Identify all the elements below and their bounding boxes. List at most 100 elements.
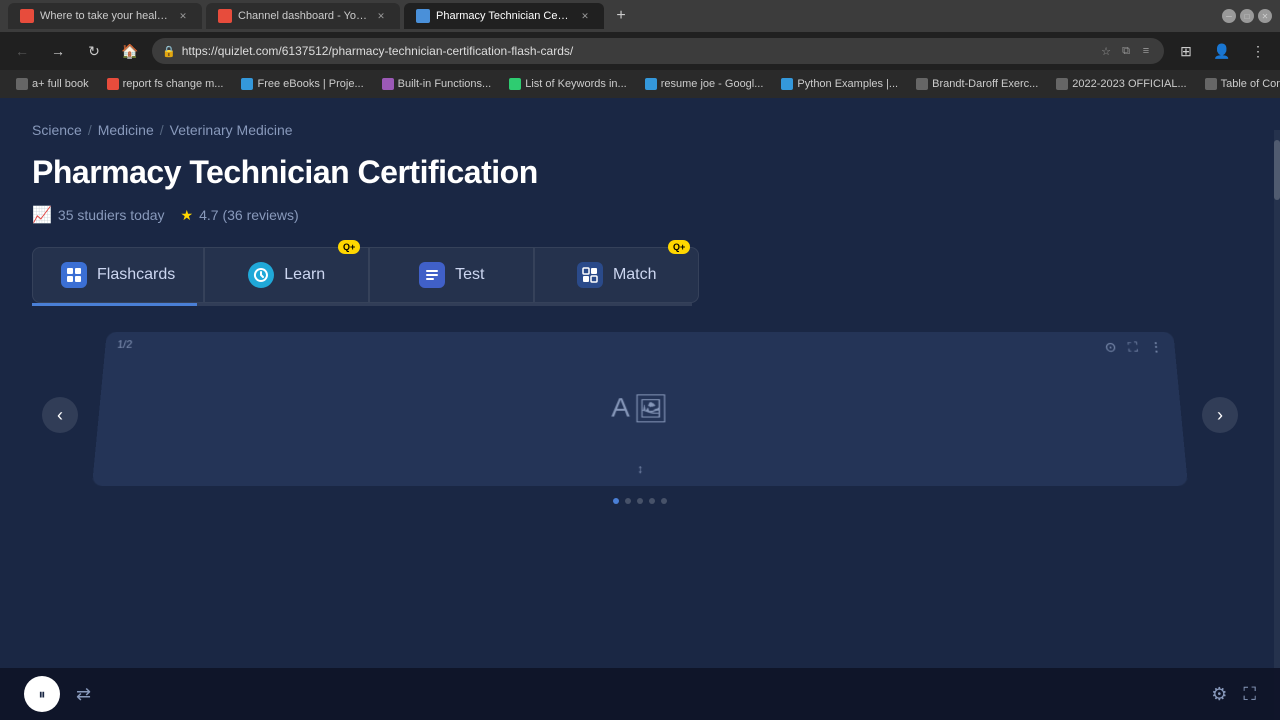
bookmark-2[interactable]: report fs change m...: [99, 76, 232, 92]
scrollbar-thumb[interactable]: [1274, 140, 1280, 200]
bookmark1-label: a+ full book: [32, 78, 89, 90]
card-progress-dots: [92, 498, 1188, 504]
tab1-close[interactable]: ✕: [176, 9, 190, 23]
bottom-left-controls: ⏸ ⇄: [24, 676, 91, 712]
shuffle-button[interactable]: ⇄: [76, 684, 91, 705]
home-button[interactable]: 🏠: [116, 37, 144, 65]
card-fullscreen-icon[interactable]: ⛶: [1127, 339, 1138, 355]
card-text-display: A 🖼: [611, 392, 669, 424]
browser-tab-2[interactable]: Channel dashboard - YouTube S... ✕: [206, 3, 400, 29]
fullscreen-button[interactable]: ⛶: [1243, 684, 1256, 705]
bookmark-1[interactable]: a+ full book: [8, 76, 97, 92]
close-button[interactable]: ✕: [1258, 9, 1272, 23]
flashcard-main[interactable]: 1/2 ⊙ ⛶ ⋮ A 🖼: [92, 332, 1188, 486]
maximize-button[interactable]: □: [1240, 9, 1254, 23]
match-icon: [577, 262, 603, 288]
flashcards-mode-button[interactable]: Flashcards: [32, 247, 204, 303]
studiers-count: 35 studiers today: [58, 207, 165, 223]
scrollbar-track[interactable]: [1274, 130, 1280, 720]
test-mode-button[interactable]: Test: [369, 247, 534, 303]
card-bottom-controls: ↕: [637, 462, 643, 476]
bookmark6-icon: [645, 78, 657, 90]
bookmark10-label: Table of Contents...: [1221, 78, 1280, 90]
learn-mode-button[interactable]: Q+ Learn: [204, 247, 369, 303]
bookmark-3[interactable]: Free eBooks | Proje...: [233, 76, 371, 92]
bookmark-7[interactable]: Python Examples |...: [773, 76, 906, 92]
bookmark9-label: 2022-2023 OFFICIAL...: [1072, 78, 1186, 90]
bookmark-6[interactable]: resume joe - Googl...: [637, 76, 772, 92]
studiers-badge: 📈 35 studiers today: [32, 205, 165, 225]
breadcrumb-veterinary[interactable]: Veterinary Medicine: [170, 122, 293, 138]
progress-dot-3: [637, 498, 643, 504]
progress-dot-2: [625, 498, 631, 504]
card-image-icon[interactable]: 🖼: [634, 392, 669, 424]
minimize-button[interactable]: ─: [1222, 9, 1236, 23]
bookmark-5[interactable]: List of Keywords in...: [501, 76, 635, 92]
card-content: A 🖼: [611, 392, 669, 424]
progress-dot-4: [649, 498, 655, 504]
bookmark5-icon: [509, 78, 521, 90]
bookmark3-icon: [241, 78, 253, 90]
bookmark4-label: Built-in Functions...: [398, 78, 492, 90]
extensions-icon[interactable]: ⧉: [1118, 43, 1134, 59]
window-controls: ─ □ ✕: [1222, 9, 1272, 23]
address-bar[interactable]: 🔒 https://quizlet.com/6137512/pharmacy-t…: [152, 38, 1164, 64]
refresh-button[interactable]: ↻: [80, 37, 108, 65]
flashcard-prev-button[interactable]: ‹: [42, 397, 78, 433]
bookmark-9[interactable]: 2022-2023 OFFICIAL...: [1048, 76, 1194, 92]
tab3-favicon: [416, 9, 430, 23]
stats-row: 📈 35 studiers today ★ 4.7 (36 reviews): [32, 205, 1248, 225]
card-action-buttons: ⊙ ⛶ ⋮: [1104, 339, 1164, 355]
rating-text: 4.7 (36 reviews): [199, 207, 299, 223]
next-arrow-icon: ›: [1217, 405, 1223, 426]
bookmark-8[interactable]: Brandt-Daroff Exerc...: [908, 76, 1046, 92]
flashcard-next-button[interactable]: ›: [1202, 397, 1238, 433]
settings-menu-button[interactable]: ⋮: [1244, 37, 1272, 65]
card-flip-icon[interactable]: ↕: [637, 462, 643, 476]
bookmark-4[interactable]: Built-in Functions...: [374, 76, 500, 92]
tab2-close[interactable]: ✕: [374, 9, 388, 23]
bookmark2-icon: [107, 78, 119, 90]
profile-button[interactable]: 👤: [1208, 37, 1236, 65]
bottom-controls-bar: ⏸ ⇄ ⚙ ⛶: [0, 668, 1280, 720]
card-share-icon[interactable]: ⊙: [1104, 339, 1117, 355]
bookmark4-icon: [382, 78, 394, 90]
learn-label: Learn: [284, 266, 325, 284]
bookmark8-icon: [916, 78, 928, 90]
new-tab-button[interactable]: +: [608, 3, 634, 29]
forward-button[interactable]: →: [44, 37, 72, 65]
browser-tab-1[interactable]: Where to take your healthcare... ✕: [8, 3, 202, 29]
breadcrumb-science[interactable]: Science: [32, 122, 82, 138]
match-mode-button[interactable]: Q+ Match: [534, 247, 699, 303]
flashcards-label: Flashcards: [97, 266, 175, 284]
card-font-icon[interactable]: A: [611, 392, 630, 423]
extensions-button[interactable]: ⊞: [1172, 37, 1200, 65]
mode-buttons: Flashcards Q+ Learn: [32, 247, 1248, 303]
card-more-icon[interactable]: ⋮: [1149, 339, 1164, 355]
shuffle-icon: ⇄: [76, 684, 91, 704]
tab2-favicon: [218, 9, 232, 23]
breadcrumb: Science / Medicine / Veterinary Medicine: [32, 122, 1248, 138]
card-counter: 1/2: [116, 339, 132, 355]
tab3-close[interactable]: ✕: [578, 9, 592, 23]
reading-mode-icon[interactable]: ≡: [1138, 43, 1154, 59]
bottom-right-controls: ⚙ ⛶: [1211, 684, 1256, 705]
bookmark5-label: List of Keywords in...: [525, 78, 627, 90]
bookmark8-label: Brandt-Daroff Exerc...: [932, 78, 1038, 90]
bookmark9-icon: [1056, 78, 1068, 90]
browser-tab-3[interactable]: Pharmacy Technician Certificatio... ✕: [404, 3, 604, 29]
test-icon: [419, 262, 445, 288]
bookmark-10[interactable]: Table of Contents...: [1197, 76, 1280, 92]
breadcrumb-medicine[interactable]: Medicine: [98, 122, 154, 138]
bookmark6-label: resume joe - Googl...: [661, 78, 764, 90]
back-button[interactable]: ←: [8, 37, 36, 65]
flashcards-icon: [61, 262, 87, 288]
star-bookmark-icon[interactable]: ☆: [1098, 43, 1114, 59]
inactive-mode-track: [197, 303, 692, 306]
test-label: Test: [455, 266, 484, 284]
card-settings-button[interactable]: ⚙: [1211, 684, 1227, 705]
bookmark10-icon: [1205, 78, 1217, 90]
play-pause-button[interactable]: ⏸: [24, 676, 60, 712]
bookmark1-icon: [16, 78, 28, 90]
flashcard-wrapper: ‹ 1/2 ⊙ ⛶ ⋮: [92, 326, 1188, 504]
